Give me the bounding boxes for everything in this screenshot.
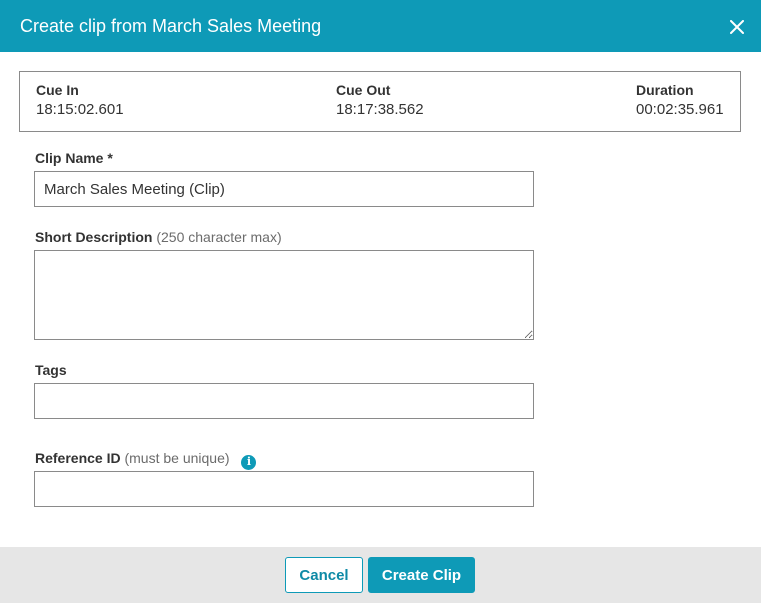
- cue-out: Cue Out 18:17:38.562: [336, 81, 424, 120]
- cue-out-label: Cue Out: [336, 82, 391, 98]
- reference-id-label-text: Reference ID: [35, 450, 121, 466]
- short-description-textarea[interactable]: [34, 250, 534, 340]
- info-icon[interactable]: i: [241, 454, 257, 470]
- cancel-button[interactable]: Cancel: [285, 557, 363, 593]
- dialog-footer: Cancel Create Clip: [0, 547, 761, 603]
- dialog-header: Create clip from March Sales Meeting: [0, 0, 761, 52]
- cue-out-value: 18:17:38.562: [336, 101, 424, 118]
- reference-id-input[interactable]: [34, 471, 534, 507]
- duration: Duration 00:02:35.961: [636, 81, 724, 120]
- cue-in: Cue In 18:15:02.601: [36, 81, 124, 120]
- create-clip-button[interactable]: Create Clip: [368, 557, 475, 593]
- dialog-title: Create clip from March Sales Meeting: [20, 16, 322, 36]
- tags-label: Tags: [35, 362, 67, 378]
- short-description-label-text: Short Description: [35, 229, 153, 245]
- duration-value: 00:02:35.961: [636, 101, 724, 118]
- cue-summary: Cue In 18:15:02.601 Cue Out 18:17:38.562…: [19, 71, 741, 132]
- short-description-hint: (250 character max): [156, 229, 282, 245]
- clip-name-label: Clip Name *: [35, 150, 113, 166]
- short-description-label: Short Description (250 character max): [35, 228, 282, 246]
- reference-id-label: Reference ID (must be unique) i: [35, 449, 257, 470]
- clip-name-input[interactable]: [34, 171, 534, 207]
- cue-in-label: Cue In: [36, 82, 79, 98]
- close-icon: [730, 20, 744, 34]
- reference-id-hint: (must be unique): [124, 450, 230, 466]
- duration-label: Duration: [636, 82, 694, 98]
- close-button[interactable]: [724, 14, 750, 40]
- cue-in-value: 18:15:02.601: [36, 101, 124, 118]
- tags-input[interactable]: [34, 383, 534, 419]
